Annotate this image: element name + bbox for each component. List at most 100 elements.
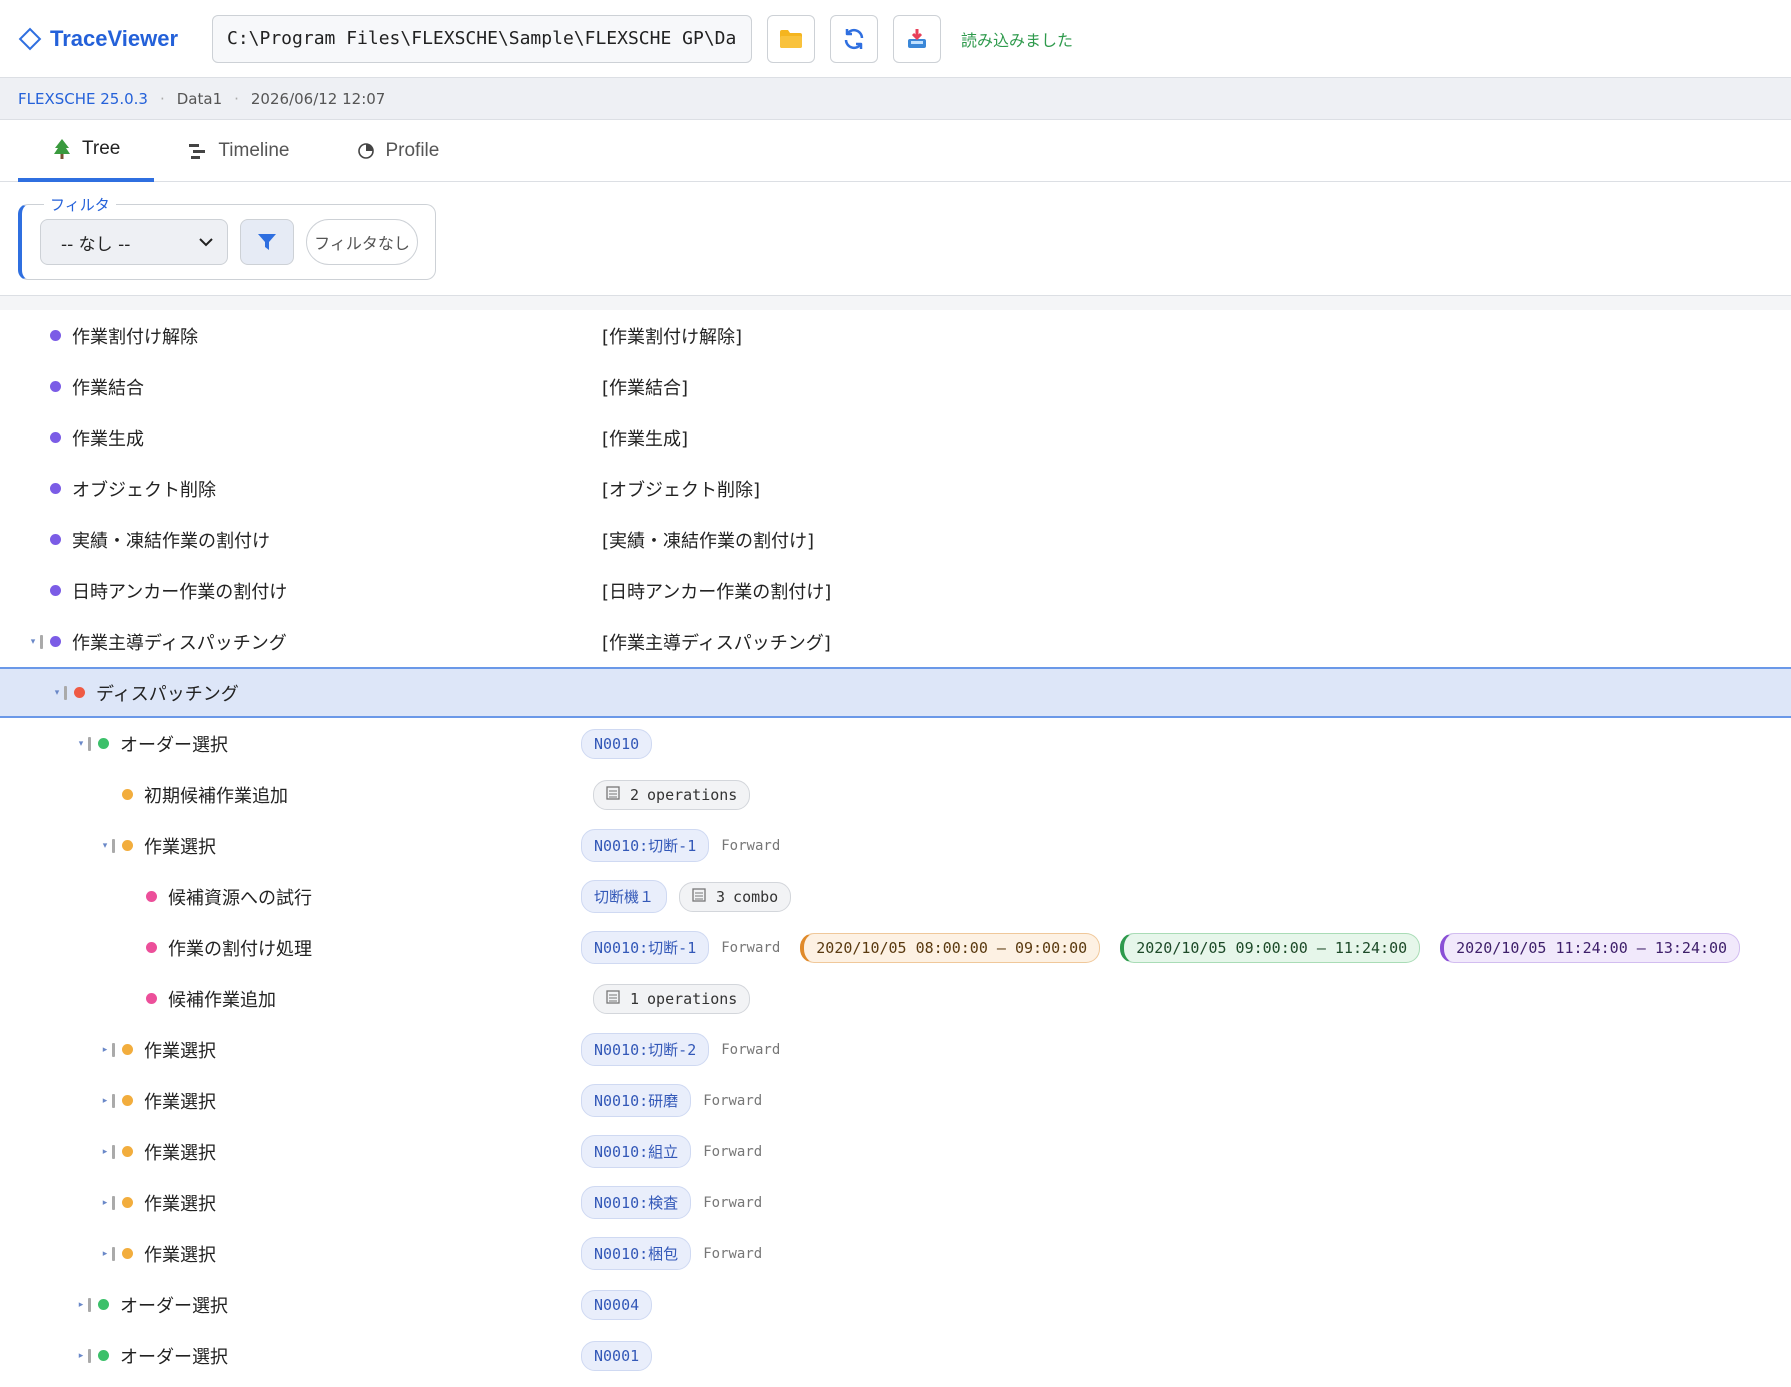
tree-row-label: 作業選択 <box>144 836 216 858</box>
id-chip[interactable]: N0010:研磨 <box>581 1084 692 1117</box>
tree-row[interactable]: 作業結合 [作業結合] <box>0 361 1791 412</box>
tree-row-name-cell: 作業生成 <box>0 412 580 463</box>
id-chip[interactable]: N0010:組立 <box>581 1135 692 1168</box>
count-pill[interactable]: 3 combo <box>679 881 792 912</box>
caret-down-icon[interactable]: ▾ <box>100 841 110 851</box>
tree-row-name-cell: ▾ 作業選択 <box>0 820 580 871</box>
import-button[interactable] <box>893 14 941 63</box>
tree-row[interactable]: ▸ オーダー選択 N0004 <box>0 1279 1791 1330</box>
filter-select[interactable]: -- なし -- <box>40 219 228 265</box>
tree-row[interactable]: ▾ 作業主導ディスパッチング [作業主導ディスパッチング] <box>0 616 1791 667</box>
tree-row[interactable]: 日時アンカー作業の割付け [日時アンカー作業の割付け] <box>0 565 1791 616</box>
tree-row[interactable]: ▸ オーダー選択 N0001 <box>0 1330 1791 1381</box>
chevron-down-icon <box>199 238 213 247</box>
tree-row-detail: N0010:切断-1 Forward <box>581 829 780 862</box>
diamond-logo-icon <box>18 27 42 50</box>
tree-row[interactable]: 実績・凍結作業の割付け [実績・凍結作業の割付け] <box>0 514 1791 565</box>
tree-row[interactable]: オブジェクト削除 [オブジェクト削除] <box>0 463 1791 514</box>
tree-row-label: 候補資源への試行 <box>168 887 312 909</box>
reload-button[interactable] <box>830 14 878 63</box>
caret-down-icon[interactable]: ▾ <box>76 739 86 749</box>
tree-row-label: オーダー選択 <box>120 1346 228 1368</box>
count-pill[interactable]: 2 operations <box>593 779 751 810</box>
filter-selected-value: -- なし -- <box>61 234 131 255</box>
tree-row[interactable]: ▸ 作業選択 N0010:組立 Forward <box>0 1126 1791 1177</box>
time-range-chip[interactable]: 2020/10/05 11:24:00 – 13:24:00 <box>1440 932 1741 963</box>
tree-row-name-cell: ▸ オーダー選択 <box>0 1279 580 1330</box>
id-chip[interactable]: N0010 <box>581 728 653 759</box>
id-chip[interactable]: N0004 <box>581 1289 653 1320</box>
caret-right-icon[interactable]: ▸ <box>100 1096 110 1106</box>
tree-row[interactable]: ▸ 作業選択 N0010:研磨 Forward <box>0 1075 1791 1126</box>
caret-right-icon[interactable]: ▸ <box>100 1147 110 1157</box>
apply-filter-button[interactable] <box>240 219 294 265</box>
id-chip[interactable]: N0010:切断-1 <box>581 931 710 964</box>
time-range-chip[interactable]: 2020/10/05 08:00:00 – 09:00:00 <box>800 932 1101 963</box>
filter-panel: フィルタ -- なし -- フィルタなし <box>18 194 436 280</box>
tree-row-label: 作業選択 <box>144 1244 216 1266</box>
tab-profile[interactable]: Profile <box>323 120 473 182</box>
tree-row-detail: N0010:組立 Forward <box>581 1135 762 1168</box>
tree-guide <box>112 1246 115 1261</box>
timestamp-label: 2026/06/12 12:07 <box>250 89 386 108</box>
direction-label: Forward <box>721 837 781 854</box>
caret-down-icon[interactable]: ▾ <box>28 637 38 647</box>
tree-row[interactable]: 候補資源への試行 切断機１ 3 combo <box>0 871 1791 922</box>
status-dot-icon <box>98 738 109 749</box>
tree-row[interactable]: 作業割付け解除 [作業割付け解除] <box>0 310 1791 361</box>
time-range-chip[interactable]: 2020/10/05 09:00:00 – 11:24:00 <box>1120 932 1421 963</box>
tree-row[interactable]: 作業生成 [作業生成] <box>0 412 1791 463</box>
caret-right-icon[interactable]: ▸ <box>100 1198 110 1208</box>
id-chip[interactable]: N0010:梱包 <box>581 1237 692 1270</box>
list-icon <box>692 887 706 906</box>
caret-right-icon[interactable]: ▸ <box>76 1351 86 1361</box>
id-chip[interactable]: 切断機１ <box>581 880 668 913</box>
pie-icon <box>358 143 375 159</box>
tab-timeline[interactable]: Timeline <box>154 120 323 182</box>
count-pill[interactable]: 1 operations <box>593 983 751 1014</box>
tree-row[interactable]: ▸ 作業選択 N0010:梱包 Forward <box>0 1228 1791 1279</box>
tree-row[interactable]: ▸ 作業選択 N0010:切断-2 Forward <box>0 1024 1791 1075</box>
brand: TraceViewer <box>18 26 212 52</box>
list-icon <box>606 989 620 1008</box>
tree-row[interactable]: 候補作業追加 1 operations <box>0 973 1791 1024</box>
caret-right-icon[interactable]: ▸ <box>100 1045 110 1055</box>
open-folder-button[interactable] <box>767 14 815 63</box>
tree-row[interactable]: ▾ ディスパッチング <box>0 667 1791 718</box>
tree-guide <box>112 1042 115 1057</box>
tree-row[interactable]: ▾ オーダー選択 N0010 <box>0 718 1791 769</box>
tree-guide <box>64 685 67 700</box>
tree-row[interactable]: ▾ 作業選択 N0010:切断-1 Forward <box>0 820 1791 871</box>
list-icon <box>606 785 620 804</box>
tab-label: Timeline <box>218 140 290 161</box>
tree-row-name-cell: 作業結合 <box>0 361 580 412</box>
id-chip[interactable]: N0010:検査 <box>581 1186 692 1219</box>
direction-label: Forward <box>703 1245 763 1262</box>
tree-row[interactable]: 初期候補作業追加 2 operations <box>0 769 1791 820</box>
tree-row-detail: 2 operations <box>593 779 751 810</box>
tab-tree[interactable]: Tree <box>18 120 155 182</box>
tree-row[interactable]: 作業の割付け処理 N0010:切断-1 Forward 2020/10/05 08:0… <box>0 922 1791 973</box>
caret-right-icon[interactable]: ▸ <box>100 1249 110 1259</box>
id-chip[interactable]: N0010:切断-2 <box>581 1033 710 1066</box>
timeline-icon <box>189 144 206 159</box>
clear-filter-button[interactable]: フィルタなし <box>306 219 418 265</box>
count-unit: operations <box>647 989 738 1008</box>
status-dot-icon <box>122 1044 133 1055</box>
app-header: TraceViewer 読み込みました <box>0 0 1791 78</box>
tree-row-name-cell: ▸ 作業選択 <box>0 1177 580 1228</box>
id-chip[interactable]: N0001 <box>581 1340 653 1371</box>
file-path-input[interactable] <box>212 14 752 63</box>
dataset-label: Data1 <box>176 89 223 108</box>
id-chip[interactable]: N0010:切断-1 <box>581 829 710 862</box>
status-dot-icon <box>50 636 61 647</box>
tree-row-label: 日時アンカー作業の割付け <box>72 581 288 603</box>
count-value: 2 <box>630 785 640 804</box>
caret-down-icon[interactable]: ▾ <box>52 688 62 698</box>
direction-label: Forward <box>721 939 781 956</box>
tree-row-detail: [オブジェクト削除] <box>602 476 760 502</box>
tree-row[interactable]: ▸ 作業選択 N0010:検査 Forward <box>0 1177 1791 1228</box>
filter-icon <box>258 234 276 250</box>
tree-row-name-cell: 作業割付け解除 <box>0 310 580 361</box>
caret-right-icon[interactable]: ▸ <box>76 1300 86 1310</box>
